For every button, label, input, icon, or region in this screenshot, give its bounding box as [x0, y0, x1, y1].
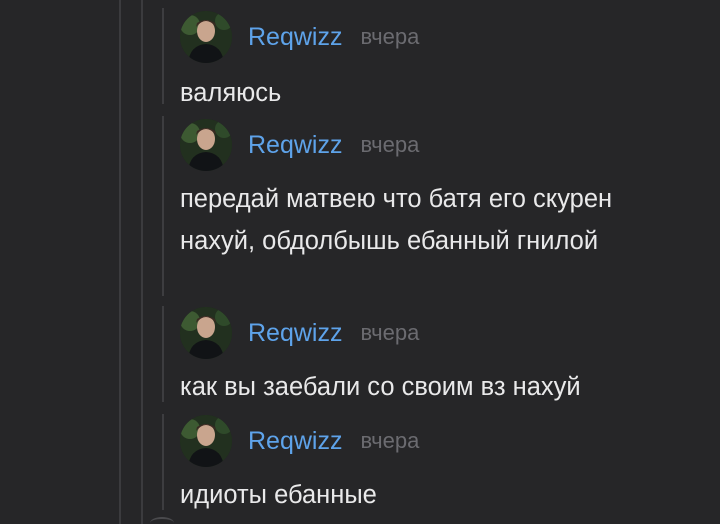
author-name[interactable]: Reqwizz: [248, 427, 342, 456]
user-photo-avatar-icon: [180, 415, 232, 467]
comment-item: Reqwizz вчера идиоты ебанные: [180, 414, 700, 516]
reply-indent-line: [162, 306, 164, 402]
author-name[interactable]: Reqwizz: [248, 131, 342, 160]
reply-indent-line: [162, 116, 164, 296]
user-photo-avatar-icon: [180, 11, 232, 63]
author-name[interactable]: Reqwizz: [248, 23, 342, 52]
avatar[interactable]: [180, 11, 232, 63]
avatar[interactable]: [180, 307, 232, 359]
user-photo-avatar-icon: [180, 119, 232, 171]
next-comment-avatar-edge: [150, 517, 174, 524]
author-name[interactable]: Reqwizz: [248, 319, 342, 348]
user-photo-avatar-icon: [180, 307, 232, 359]
comment-header: Reqwizz вчера: [180, 118, 700, 172]
comment-text: как вы заебали со своим вз нахуй: [180, 373, 581, 401]
comment-thread: Reqwizz вчера валяюсь Reqwizz вчера пере…: [0, 0, 720, 524]
comment-item: Reqwizz вчера валяюсь: [180, 10, 700, 114]
comment-header: Reqwizz вчера: [180, 414, 700, 468]
reply-indent-line: [162, 414, 164, 510]
avatar[interactable]: [180, 119, 232, 171]
comment-text: передай матвею что батя его скурен нахуй…: [180, 185, 613, 255]
comment-item: Reqwizz вчера передай матвею что батя ег…: [180, 118, 700, 262]
comment-header: Reqwizz вчера: [180, 10, 700, 64]
thread-indent-line: [119, 0, 121, 524]
comment-timestamp: вчера: [360, 132, 420, 157]
avatar[interactable]: [180, 415, 232, 467]
reply-indent-line: [162, 8, 164, 104]
comment-header: Reqwizz вчера: [180, 306, 700, 360]
comment-text: идиоты ебанные: [180, 481, 377, 509]
comment-text: валяюсь: [180, 79, 282, 107]
comment-timestamp: вчера: [360, 428, 420, 453]
comment-item: Reqwizz вчера как вы заебали со своим вз…: [180, 306, 700, 408]
comment-timestamp: вчера: [360, 24, 420, 49]
comment-timestamp: вчера: [360, 320, 420, 345]
thread-indent-line: [141, 0, 143, 524]
